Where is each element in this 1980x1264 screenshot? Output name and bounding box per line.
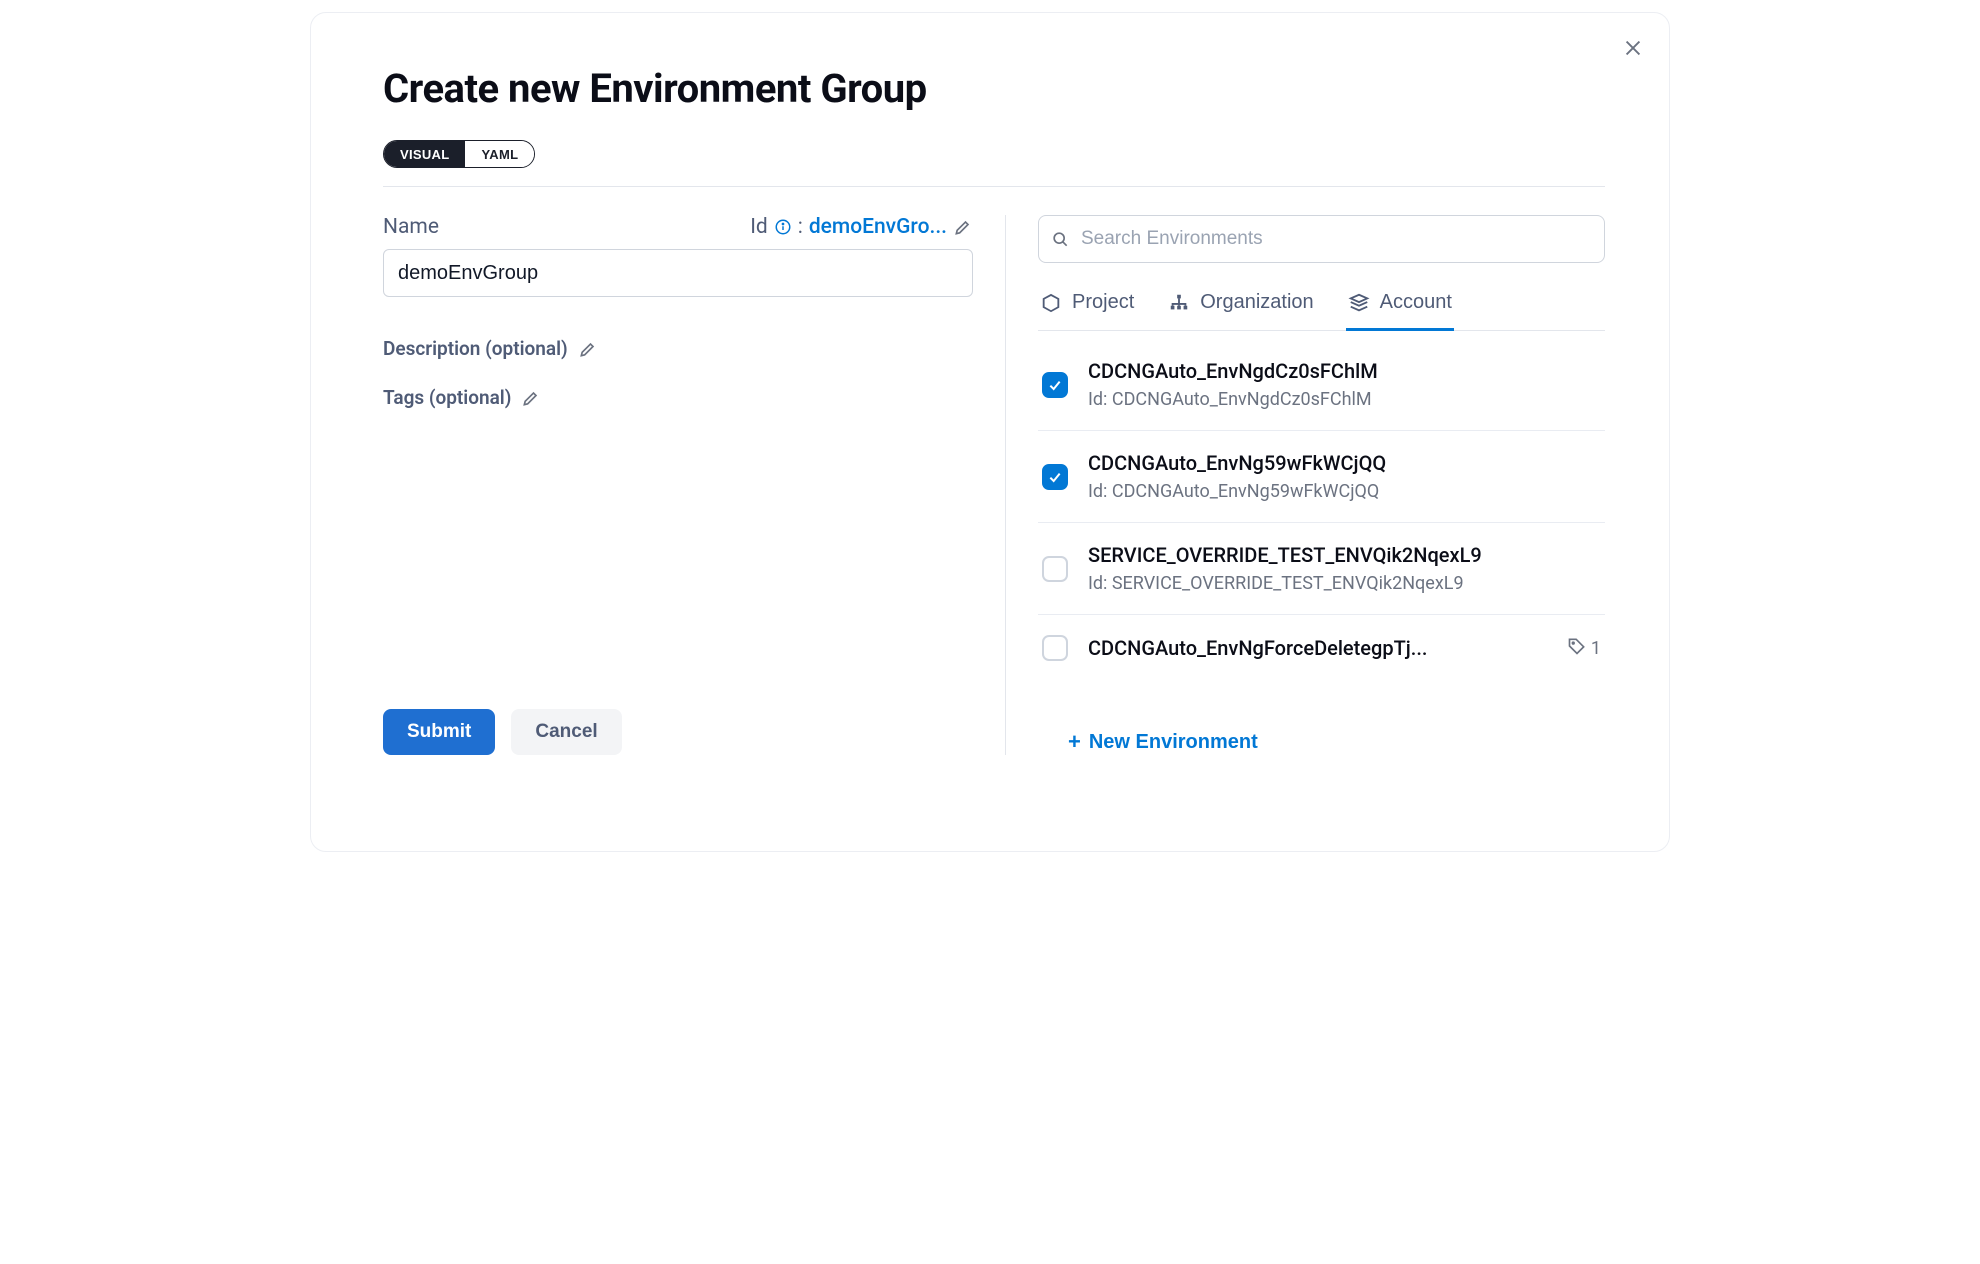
content: Name Id : demoEnvGro... Description (opt…: [383, 215, 1605, 755]
checkbox[interactable]: [1042, 635, 1068, 661]
tab-visual[interactable]: VISUAL: [384, 141, 465, 167]
list-item[interactable]: CDCNGAuto_EnvNg59wFkWCjQQ Id: CDCNGAuto_…: [1038, 431, 1605, 523]
scope-tab-organization[interactable]: Organization: [1166, 281, 1315, 331]
env-name: CDCNGAuto_EnvNgdCz0sFChlM: [1088, 359, 1601, 383]
tag-count-value: 1: [1591, 638, 1601, 659]
id-label: Id: [750, 215, 768, 239]
page-title: Create new Environment Group: [383, 65, 1641, 112]
env-id: Id: CDCNGAuto_EnvNg59wFkWCjQQ: [1088, 481, 1601, 502]
environments-pane: Project Organization Account: [1038, 215, 1605, 755]
env-name: CDCNGAuto_EnvNgForceDeletegpTj...: [1088, 636, 1547, 660]
tags-label: Tags (optional): [383, 386, 511, 409]
form-pane: Name Id : demoEnvGro... Description (opt…: [383, 215, 973, 755]
list-item[interactable]: CDCNGAuto_EnvNgdCz0sFChlM Id: CDCNGAuto_…: [1038, 339, 1605, 431]
search-wrap: [1038, 215, 1605, 263]
checkbox[interactable]: [1042, 556, 1068, 582]
tags-row[interactable]: Tags (optional): [383, 386, 973, 409]
description-label: Description (optional): [383, 337, 568, 360]
scope-tab-account-label: Account: [1380, 291, 1452, 314]
scope-tab-project-label: Project: [1072, 291, 1134, 314]
close-button[interactable]: [1619, 35, 1647, 63]
view-toggle: VISUAL YAML: [383, 140, 535, 168]
edit-tags-icon[interactable]: [521, 388, 541, 408]
env-texts: SERVICE_OVERRIDE_TEST_ENVQik2NqexL9 Id: …: [1088, 543, 1601, 594]
plus-icon: +: [1068, 729, 1081, 755]
edit-id-icon[interactable]: [953, 217, 973, 237]
create-env-group-dialog: Create new Environment Group VISUAL YAML…: [310, 12, 1670, 852]
divider: [383, 186, 1605, 187]
tag-icon: [1567, 636, 1587, 661]
name-header: Name Id : demoEnvGro...: [383, 215, 973, 239]
env-name: CDCNGAuto_EnvNg59wFkWCjQQ: [1088, 451, 1601, 475]
form-footer: Submit Cancel: [383, 709, 622, 755]
submit-button[interactable]: Submit: [383, 709, 495, 755]
edit-description-icon[interactable]: [578, 339, 598, 359]
list-item[interactable]: CDCNGAuto_EnvNgForceDeletegpTj... 1: [1038, 615, 1605, 681]
scope-tab-account[interactable]: Account: [1346, 281, 1454, 331]
checkbox[interactable]: [1042, 372, 1068, 398]
env-texts: CDCNGAuto_EnvNgForceDeletegpTj...: [1088, 636, 1547, 660]
tab-yaml[interactable]: YAML: [465, 141, 534, 167]
environment-list: CDCNGAuto_EnvNgdCz0sFChlM Id: CDCNGAuto_…: [1038, 339, 1605, 711]
org-icon: [1168, 292, 1190, 314]
scope-tab-organization-label: Organization: [1200, 291, 1313, 314]
layers-icon: [1348, 292, 1370, 314]
description-row[interactable]: Description (optional): [383, 337, 973, 360]
search-input[interactable]: [1038, 215, 1605, 263]
name-label: Name: [383, 215, 439, 239]
id-group: Id : demoEnvGro...: [750, 215, 973, 239]
id-colon: :: [798, 215, 803, 239]
cube-icon: [1040, 292, 1062, 314]
scope-tab-project[interactable]: Project: [1038, 281, 1136, 331]
vertical-divider: [1005, 215, 1006, 755]
new-environment-label: New Environment: [1089, 731, 1258, 754]
env-name: SERVICE_OVERRIDE_TEST_ENVQik2NqexL9: [1088, 543, 1601, 567]
name-input[interactable]: [383, 249, 973, 297]
scope-tabs: Project Organization Account: [1038, 281, 1605, 331]
env-id: Id: CDCNGAuto_EnvNgdCz0sFChlM: [1088, 389, 1601, 410]
info-icon[interactable]: [774, 218, 792, 236]
cancel-button[interactable]: Cancel: [511, 709, 621, 755]
list-item[interactable]: SERVICE_OVERRIDE_TEST_ENVQik2NqexL9 Id: …: [1038, 523, 1605, 615]
close-icon: [1622, 37, 1644, 62]
search-icon: [1050, 229, 1070, 249]
env-id: Id: SERVICE_OVERRIDE_TEST_ENVQik2NqexL9: [1088, 573, 1601, 594]
env-texts: CDCNGAuto_EnvNgdCz0sFChlM Id: CDCNGAuto_…: [1088, 359, 1601, 410]
tag-count: 1: [1567, 636, 1601, 661]
id-value[interactable]: demoEnvGro...: [809, 215, 947, 239]
new-environment-button[interactable]: + New Environment: [1038, 729, 1605, 755]
checkbox[interactable]: [1042, 464, 1068, 490]
env-texts: CDCNGAuto_EnvNg59wFkWCjQQ Id: CDCNGAuto_…: [1088, 451, 1601, 502]
